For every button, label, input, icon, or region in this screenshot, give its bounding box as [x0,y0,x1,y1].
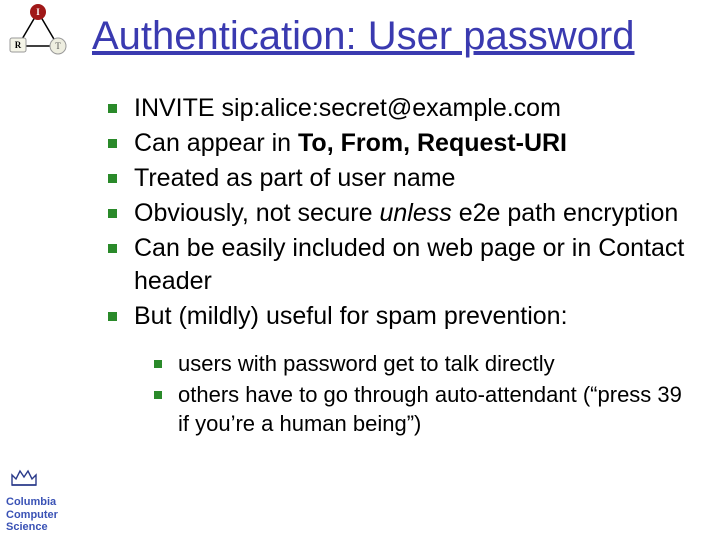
crown-icon [8,465,40,489]
list-item: Treated as part of user name [104,162,696,195]
bullet-text: But (mildly) useful for spam prevention: [134,302,568,330]
bullet-bold: To, From, Request-URI [298,129,567,157]
svg-text:I: I [36,7,40,17]
footer-text: Columbia Computer Science [6,496,84,534]
bullet-text: INVITE sip:alice:secret@example.com [134,94,561,122]
slide-title: Authentication: User password [92,14,635,59]
svg-text:R: R [15,40,22,50]
sub-bullet-list: users with password get to talk directly… [150,349,696,438]
footer-line: Computer [6,509,84,522]
svg-text:T: T [55,41,61,51]
bullet-text: others have to go through auto-attendant… [178,382,682,436]
footer-line: Science [6,521,84,534]
slide-body: INVITE sip:alice:secret@example.com Can … [104,92,696,440]
list-item: But (mildly) useful for spam prevention: [104,300,696,333]
list-item: INVITE sip:alice:secret@example.com [104,92,696,125]
list-item: Can appear in To, From, Request-URI [104,127,696,160]
irt-logo: I R T [6,2,70,58]
bullet-text: users with password get to talk directly [178,351,555,376]
bullet-text: Obviously, not secure [134,199,379,227]
footer-logo: Columbia Computer Science [6,465,84,534]
bullet-text: Can appear in [134,129,298,157]
list-item: users with password get to talk directly [150,349,696,378]
bullet-list: INVITE sip:alice:secret@example.com Can … [104,92,696,333]
bullet-text: Can be easily included on web page or in… [134,234,684,295]
bullet-text: Treated as part of user name [134,164,455,192]
bullet-text: e2e path encryption [452,199,679,227]
list-item: Obviously, not secure unless e2e path en… [104,197,696,230]
slide: I R T Authentication: User password INVI… [0,0,720,540]
list-item: others have to go through auto-attendant… [150,380,696,438]
list-item: Can be easily included on web page or in… [104,232,696,298]
footer-line: Columbia [6,496,84,509]
bullet-italic: unless [379,199,451,227]
